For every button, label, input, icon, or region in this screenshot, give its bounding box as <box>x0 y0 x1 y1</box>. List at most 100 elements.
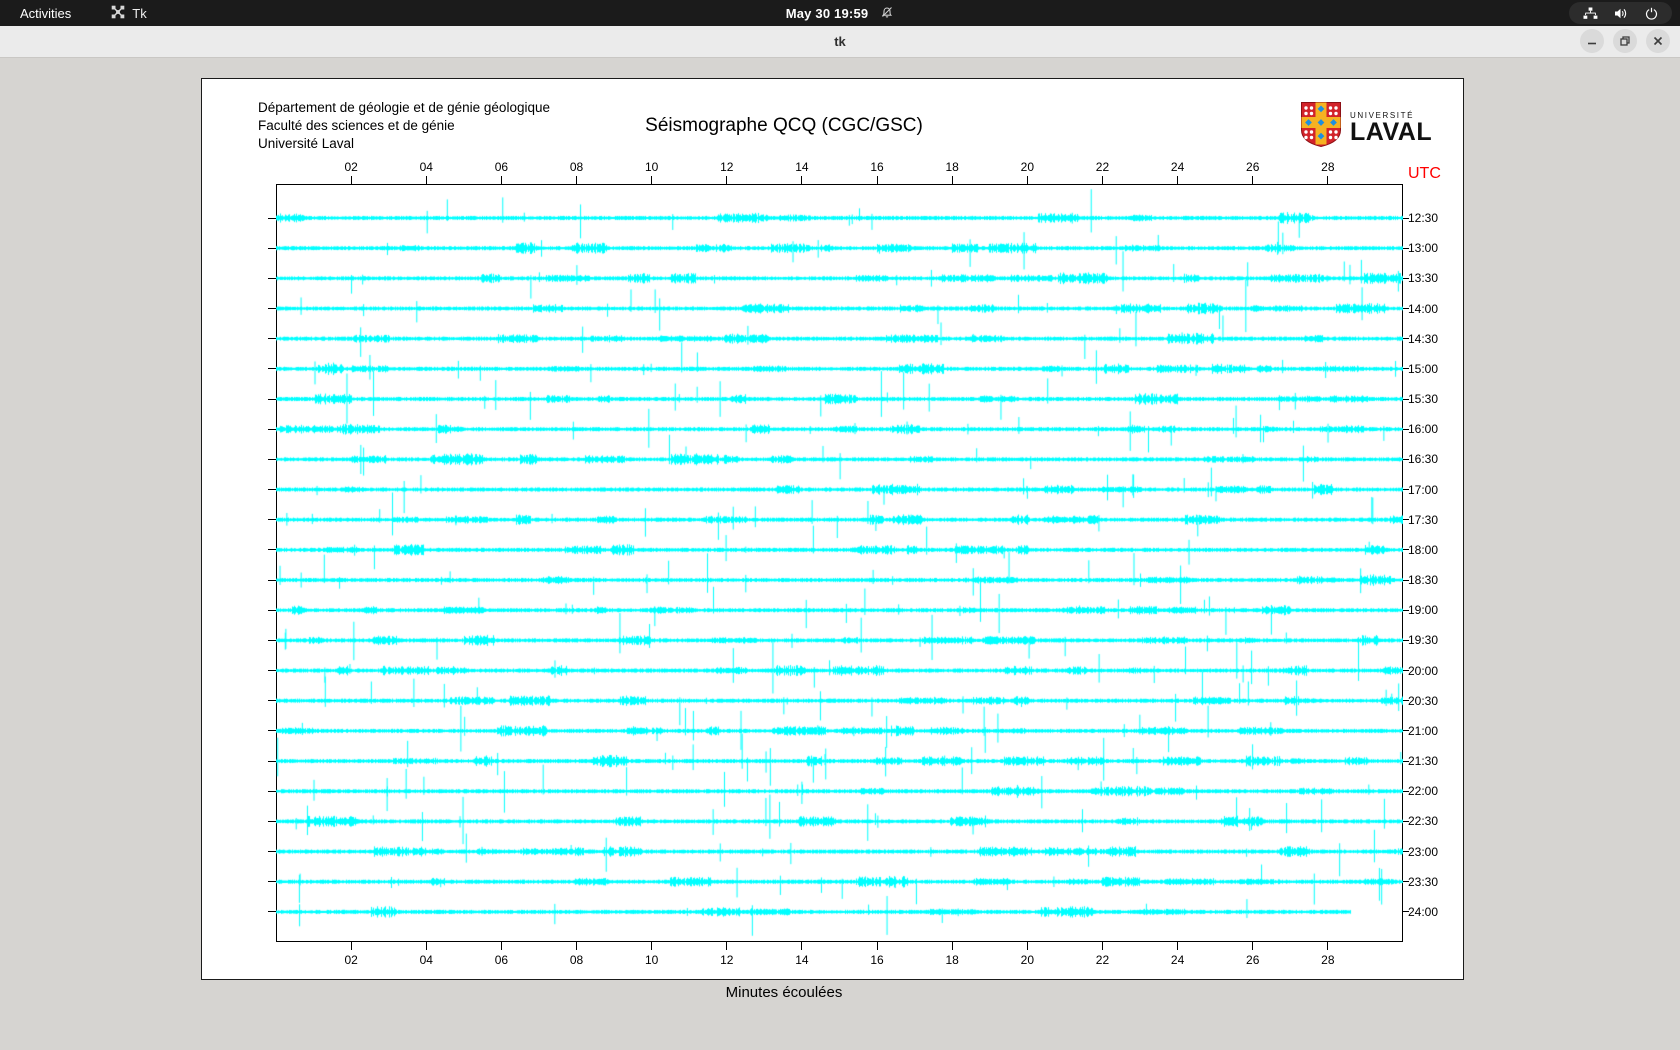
x-tick-label-top: 18 <box>945 160 959 174</box>
utc-row-label: 16:00 <box>1408 422 1439 437</box>
x-tick-label-bottom: 06 <box>494 953 509 967</box>
system-status-menu[interactable] <box>1569 2 1672 24</box>
x-tick-top <box>951 176 953 184</box>
chart-title: Séismographe QCQ (CGC/GSC) <box>645 115 923 136</box>
x-tick-top <box>500 176 502 184</box>
x-tick-label-bottom: 12 <box>720 953 734 967</box>
utc-row-label: 21:00 <box>1408 723 1439 738</box>
app-menu[interactable]: Tk <box>111 5 147 22</box>
x-tick-label-bottom: 08 <box>569 953 584 967</box>
x-tick-top <box>1101 176 1103 184</box>
x-tick-label-bottom: 14 <box>795 953 809 967</box>
row-tick-left <box>268 790 276 792</box>
x-tick-label-top: 02 <box>344 160 358 174</box>
row-tick-left <box>268 549 276 551</box>
universite-laval-logo: UNIVERSITÉ LAVAL <box>1300 101 1432 153</box>
utc-row-label: 15:00 <box>1408 361 1439 376</box>
x-tick-top <box>1026 176 1028 184</box>
x-tick-top <box>801 176 803 184</box>
x-tick-bottom <box>651 942 653 950</box>
x-tick-label-bottom: 04 <box>419 953 433 967</box>
utc-row-label: 22:00 <box>1408 784 1439 799</box>
utc-row-label: 18:00 <box>1408 542 1439 557</box>
x-tick-top <box>651 176 653 184</box>
x-tick-label-bottom: 02 <box>344 953 358 967</box>
x-tick-label-bottom: 18 <box>945 953 959 967</box>
row-tick-left <box>268 338 276 340</box>
x-tick-bottom <box>425 942 427 950</box>
x-axis-title: Minutes écoulées <box>725 984 843 1001</box>
utc-row-label: 19:30 <box>1408 633 1439 648</box>
x-tick-top <box>425 176 427 184</box>
x-tick-label-bottom: 24 <box>1170 953 1185 967</box>
row-tick-left <box>268 217 276 219</box>
x-tick-bottom <box>576 942 578 950</box>
gnome-top-bar: Activities Tk May 30 19:59 <box>0 0 1680 26</box>
utc-row-label: 13:30 <box>1408 271 1439 286</box>
x-tick-top <box>726 176 728 184</box>
x-tick-bottom <box>951 942 953 950</box>
maximize-button[interactable] <box>1613 29 1637 53</box>
utc-axis-title: UTC <box>1408 165 1441 182</box>
x-tick-bottom <box>500 942 502 950</box>
logo-laval-label: LAVAL <box>1350 117 1433 146</box>
x-tick-bottom <box>1101 942 1103 950</box>
row-tick-left <box>268 760 276 762</box>
x-tick-label-top: 24 <box>1170 160 1185 174</box>
x-tick-label-top: 10 <box>644 160 659 174</box>
x-tick-label-bottom: 16 <box>870 953 884 967</box>
window-titlebar[interactable]: tk <box>0 26 1680 58</box>
x-tick-label-top: 26 <box>1246 160 1260 174</box>
row-tick-left <box>268 489 276 491</box>
x-tick-label-top: 04 <box>419 160 433 174</box>
x-tick-bottom <box>801 942 803 950</box>
utc-row-label: 15:30 <box>1408 392 1439 407</box>
institution-line-3: Université Laval <box>258 136 355 151</box>
utc-row-label: 17:00 <box>1408 482 1439 497</box>
utc-row-label: 20:00 <box>1408 663 1439 678</box>
x-tick-label-bottom: 20 <box>1020 953 1034 967</box>
x-tick-top <box>350 176 352 184</box>
tk-app-icon <box>111 5 125 22</box>
x-tick-bottom <box>1252 942 1254 950</box>
x-tick-label-top: 06 <box>494 160 509 174</box>
institution-line-2: Faculté des sciences et de génie <box>258 118 455 133</box>
x-tick-top <box>876 176 878 184</box>
x-tick-bottom <box>1026 942 1028 950</box>
window-body: Département de géologie et de génie géol… <box>0 58 1680 1050</box>
x-tick-bottom <box>350 942 352 950</box>
x-tick-bottom <box>876 942 878 950</box>
row-tick-left <box>268 911 276 913</box>
row-tick-left <box>268 247 276 249</box>
utc-row-label: 22:30 <box>1408 814 1439 829</box>
x-tick-top <box>576 176 578 184</box>
activities-button[interactable]: Activities <box>14 4 77 23</box>
utc-row-label: 18:30 <box>1408 573 1439 588</box>
row-tick-left <box>268 700 276 702</box>
x-tick-label-top: 08 <box>569 160 584 174</box>
x-tick-label-top: 16 <box>870 160 884 174</box>
utc-row-label: 13:00 <box>1408 241 1439 256</box>
utc-row-label: 14:30 <box>1408 331 1439 346</box>
x-tick-top <box>1327 176 1329 184</box>
clock[interactable]: May 30 19:59 <box>786 6 869 21</box>
app-menu-label: Tk <box>132 5 147 21</box>
row-tick-left <box>268 881 276 883</box>
x-tick-bottom <box>726 942 728 950</box>
institution-line-1: Département de géologie et de génie géol… <box>258 100 550 115</box>
x-tick-label-top: 14 <box>795 160 809 174</box>
seismogram-traces <box>276 184 1403 942</box>
utc-row-label: 16:30 <box>1408 452 1439 467</box>
minimize-button[interactable] <box>1580 29 1604 53</box>
utc-row-label: 19:00 <box>1408 603 1439 618</box>
row-tick-left <box>268 308 276 309</box>
close-button[interactable] <box>1646 29 1670 53</box>
utc-row-label: 17:30 <box>1408 512 1439 527</box>
row-tick-left <box>268 579 276 581</box>
volume-icon <box>1614 7 1629 20</box>
row-tick-left <box>268 458 276 460</box>
utc-row-label: 20:30 <box>1408 693 1439 708</box>
row-tick-left <box>268 277 276 279</box>
x-tick-label-bottom: 10 <box>644 953 659 967</box>
row-tick-left <box>268 609 276 611</box>
